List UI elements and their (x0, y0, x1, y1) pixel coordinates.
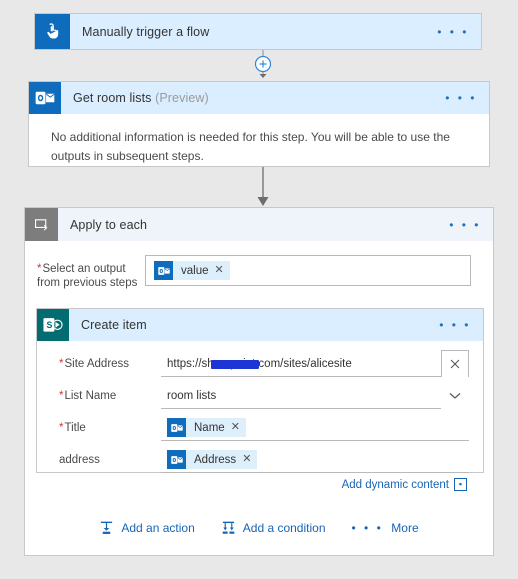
loop-icon (25, 208, 58, 241)
trigger-card-header[interactable]: Manually trigger a flow • • • (35, 14, 481, 49)
connector-add-step[interactable] (0, 50, 518, 78)
token-chip-name[interactable]: Name ✕ (167, 418, 246, 437)
more-dots-icon: • • • (351, 520, 384, 535)
site-address-value: https://sharepoint.com/sites/alicesite (167, 358, 352, 370)
apply-to-each-header[interactable]: Apply to each • • • (25, 208, 493, 241)
token-chip-label: Name (194, 421, 225, 434)
field-label-site-address-text: Site Address (64, 358, 130, 370)
select-output-label: *Select an output from previous steps (37, 255, 145, 291)
redaction-bar (211, 359, 259, 369)
more-button[interactable]: • • • More (352, 521, 419, 535)
field-label-list-name: *List Name (51, 390, 161, 402)
token-chip-label: Address (194, 453, 237, 466)
add-condition-icon (222, 521, 235, 534)
get-room-lists-menu-button[interactable]: • • • (445, 92, 477, 104)
list-name-value: room lists (167, 389, 217, 402)
create-item-fields: *Site Address https://sharepoint.com/sit… (37, 341, 483, 499)
svg-text:S: S (46, 319, 52, 329)
token-remove-icon[interactable]: ✕ (215, 265, 224, 276)
field-label-site-address: *Site Address (51, 358, 161, 370)
add-a-condition-button[interactable]: Add a condition (221, 520, 326, 535)
select-output-row: *Select an output from previous steps va… (25, 241, 493, 291)
token-chip-address[interactable]: Address ✕ (167, 450, 258, 469)
select-output-input[interactable]: value ✕ (145, 255, 471, 286)
preview-badge: (Preview) (155, 91, 209, 105)
add-dynamic-content-button[interactable]: ▪ (454, 478, 467, 491)
add-an-action-button[interactable]: Add an action (99, 520, 195, 535)
token-remove-icon[interactable]: ✕ (231, 422, 240, 433)
tap-hand-icon (35, 14, 70, 49)
field-label-title-text: Title (64, 422, 86, 434)
add-an-action-label: Add an action (121, 520, 195, 535)
select-output-label-line1: Select an output (42, 263, 126, 275)
apply-to-each-card[interactable]: Apply to each • • • *Select an output fr… (24, 207, 494, 556)
title-input[interactable]: Name ✕ (161, 415, 469, 441)
outlook-icon (167, 418, 186, 437)
select-output-label-line2: from previous steps (37, 277, 138, 290)
site-address-prefix: https:// (167, 357, 202, 370)
field-label-address-text: address (59, 454, 100, 466)
add-dynamic-content-link[interactable]: Add dynamic content (342, 479, 449, 491)
outlook-icon (167, 450, 186, 469)
outlook-icon (29, 82, 61, 114)
chevron-down-icon[interactable] (441, 382, 469, 409)
token-chip-value[interactable]: value ✕ (154, 261, 230, 280)
get-room-lists-title-text: Get room lists (73, 91, 152, 105)
sharepoint-icon: S (37, 309, 69, 341)
flow-designer-canvas: Manually trigger a flow • • • Get room l… (0, 0, 518, 579)
list-name-dropdown[interactable]: room lists (161, 382, 469, 409)
trigger-menu-button[interactable]: • • • (437, 26, 469, 38)
required-indicator: * (59, 422, 64, 434)
token-chip-label: value (181, 264, 209, 277)
trigger-card[interactable]: Manually trigger a flow • • • (34, 13, 482, 50)
get-room-lists-title: Get room lists (Preview) (73, 91, 209, 105)
apply-to-each-title: Apply to each (70, 217, 148, 232)
site-address-input[interactable]: https://sharepoint.com/sites/alicesite (161, 350, 469, 377)
get-room-lists-body: No additional information is needed for … (51, 130, 450, 163)
field-label-title: *Title (51, 422, 161, 434)
required-indicator: * (59, 358, 64, 370)
trigger-title: Manually trigger a flow (82, 24, 210, 39)
field-label-list-name-text: List Name (64, 390, 117, 402)
apply-to-each-menu-button[interactable]: • • • (449, 219, 481, 231)
field-row-address: address Address ✕ (51, 447, 469, 473)
get-room-lists-header[interactable]: Get room lists (Preview) • • • (29, 82, 489, 114)
field-label-address: address (51, 454, 161, 466)
required-indicator: * (37, 263, 42, 275)
create-item-header[interactable]: S Create item • • • (37, 309, 483, 341)
create-item-title: Create item (81, 318, 147, 332)
create-item-card[interactable]: S Create item • • • *Site Address https:… (36, 308, 484, 491)
token-remove-icon[interactable]: ✕ (242, 454, 251, 465)
field-row-site-address: *Site Address https://sharepoint.com/sit… (51, 350, 469, 377)
add-a-condition-label: Add a condition (242, 520, 326, 535)
field-row-list-name: *List Name room lists (51, 382, 469, 409)
outlook-icon (154, 261, 173, 280)
add-dynamic-content-row: Add dynamic content ▪ (51, 473, 469, 491)
address-input[interactable]: Address ✕ (161, 447, 469, 473)
clear-icon[interactable] (441, 350, 469, 377)
more-label: More (391, 520, 419, 535)
add-action-icon (101, 521, 113, 534)
footer-actions: Add an action Add a condition • • • More (25, 520, 493, 535)
get-room-lists-card[interactable]: Get room lists (Preview) • • • No additi… (28, 81, 490, 167)
required-indicator: * (59, 390, 64, 402)
field-row-title: *Title Name ✕ (51, 415, 469, 441)
create-item-menu-button[interactable]: • • • (439, 319, 471, 331)
